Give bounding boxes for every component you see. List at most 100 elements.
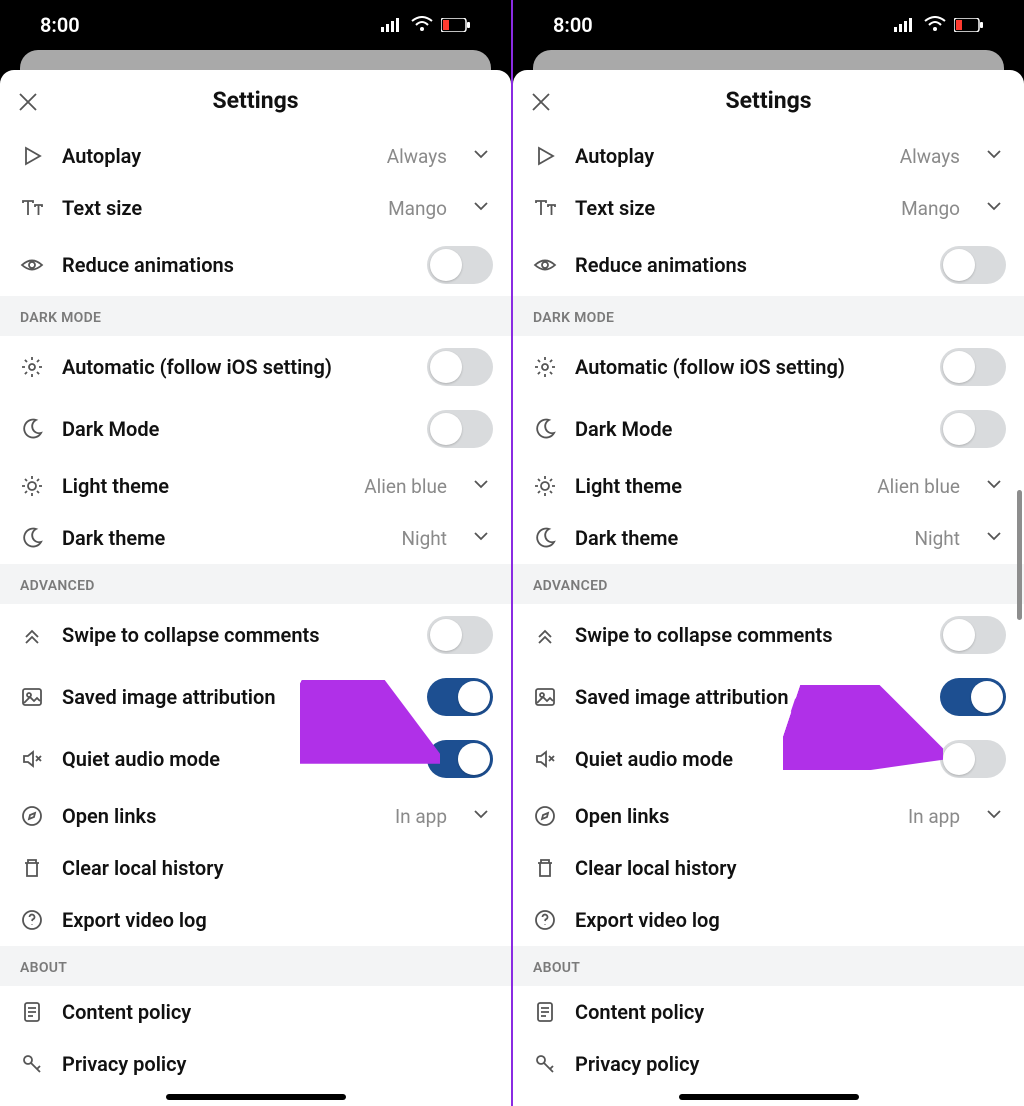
row-label: Light theme (62, 474, 348, 498)
collapse-icon (531, 621, 559, 649)
row-dark-theme[interactable]: Dark theme Night (513, 512, 1024, 564)
eye-icon (18, 251, 46, 279)
row-label: Autoplay (575, 144, 884, 168)
status-time: 8:00 (553, 13, 593, 37)
status-bar: 8:00 (513, 0, 1024, 50)
wifi-icon (924, 13, 946, 37)
row-value: Night (914, 527, 960, 550)
help-icon (18, 906, 46, 934)
row-auto-dark[interactable]: Automatic (follow iOS setting) (513, 336, 1024, 398)
battery-icon (441, 13, 471, 37)
collapse-icon (18, 621, 46, 649)
row-label: Content policy (575, 1000, 1006, 1024)
home-indicator[interactable] (679, 1094, 859, 1100)
row-label: Quiet audio mode (575, 747, 924, 771)
row-reduce-animations[interactable]: Reduce animations (0, 234, 511, 296)
toggle-saved-image-attr[interactable] (940, 678, 1006, 716)
status-time: 8:00 (40, 13, 80, 37)
toggle-reduce-animations[interactable] (940, 246, 1006, 284)
toggle-quiet-audio[interactable] (427, 740, 493, 778)
section-about: ABOUT (0, 946, 511, 986)
section-advanced: ADVANCED (513, 564, 1024, 604)
row-clear-history[interactable]: Clear local history (0, 842, 511, 894)
row-label: Quiet audio mode (62, 747, 411, 771)
row-dark-mode[interactable]: Dark Mode (513, 398, 1024, 460)
row-label: Reduce animations (575, 253, 924, 277)
doc-icon (531, 998, 559, 1026)
row-content-policy[interactable]: Content policy (0, 986, 511, 1038)
toggle-saved-image-attr[interactable] (427, 678, 493, 716)
row-label: Saved image attribution (575, 685, 924, 709)
chevron-down-icon (469, 194, 493, 222)
row-dark-mode[interactable]: Dark Mode (0, 398, 511, 460)
row-privacy-policy[interactable]: Privacy policy (0, 1038, 511, 1090)
chevron-down-icon (469, 524, 493, 552)
row-open-links[interactable]: Open links In app (0, 790, 511, 842)
toggle-dark-mode[interactable] (427, 410, 493, 448)
chevron-down-icon (982, 142, 1006, 170)
row-text-size[interactable]: Text size Mango (513, 182, 1024, 234)
row-label: Text size (575, 196, 885, 220)
row-label: Swipe to collapse comments (575, 623, 924, 647)
toggle-swipe-collapse[interactable] (940, 616, 1006, 654)
moon-icon (531, 524, 559, 552)
row-quiet-audio[interactable]: Quiet audio mode (0, 728, 511, 790)
toggle-auto-dark[interactable] (427, 348, 493, 386)
row-dark-theme[interactable]: Dark theme Night (0, 512, 511, 564)
row-auto-dark[interactable]: Automatic (follow iOS setting) (0, 336, 511, 398)
phone-left: 8:00 Settings (0, 0, 511, 1106)
row-autoplay[interactable]: Autoplay Always (513, 130, 1024, 182)
row-label: Automatic (follow iOS setting) (62, 355, 411, 379)
row-light-theme[interactable]: Light theme Alien blue (513, 460, 1024, 512)
row-export-video-log[interactable]: Export video log (513, 894, 1024, 946)
row-value: Mango (388, 197, 447, 220)
row-saved-image-attr[interactable]: Saved image attribution (513, 666, 1024, 728)
row-text-size[interactable]: Text size Mango (0, 182, 511, 234)
mute-icon (531, 745, 559, 773)
section-advanced: ADVANCED (0, 564, 511, 604)
status-icons (381, 13, 471, 37)
close-button[interactable] (14, 88, 42, 116)
compass-icon (531, 802, 559, 830)
row-label: Privacy policy (62, 1052, 493, 1076)
row-open-links[interactable]: Open links In app (513, 790, 1024, 842)
row-export-video-log[interactable]: Export video log (0, 894, 511, 946)
row-label: Open links (575, 804, 892, 828)
section-dark-mode: DARK MODE (0, 296, 511, 336)
row-reduce-animations[interactable]: Reduce animations (513, 234, 1024, 296)
moon-icon (18, 415, 46, 443)
eye-icon (531, 251, 559, 279)
row-content-policy[interactable]: Content policy (513, 986, 1024, 1038)
row-autoplay[interactable]: Autoplay Always (0, 130, 511, 182)
row-label: Dark theme (62, 526, 385, 550)
row-swipe-collapse[interactable]: Swipe to collapse comments (0, 604, 511, 666)
row-value: Mango (901, 197, 960, 220)
scrollbar[interactable] (1017, 490, 1022, 620)
page-title: Settings (212, 87, 298, 114)
toggle-auto-dark[interactable] (940, 348, 1006, 386)
home-indicator[interactable] (166, 1094, 346, 1100)
row-label: Light theme (575, 474, 861, 498)
toggle-reduce-animations[interactable] (427, 246, 493, 284)
toggle-quiet-audio[interactable] (940, 740, 1006, 778)
row-label: Text size (62, 196, 372, 220)
row-quiet-audio[interactable]: Quiet audio mode (513, 728, 1024, 790)
row-label: Export video log (62, 908, 493, 932)
row-label: Autoplay (62, 144, 371, 168)
row-value: Night (401, 527, 447, 550)
row-label: Open links (62, 804, 379, 828)
row-label: Reduce animations (62, 253, 411, 277)
settings-sheet: Settings Autoplay Always Text size Mango… (0, 70, 511, 1106)
row-label: Swipe to collapse comments (62, 623, 411, 647)
row-swipe-collapse[interactable]: Swipe to collapse comments (513, 604, 1024, 666)
toggle-swipe-collapse[interactable] (427, 616, 493, 654)
row-privacy-policy[interactable]: Privacy policy (513, 1038, 1024, 1090)
close-button[interactable] (527, 88, 555, 116)
row-light-theme[interactable]: Light theme Alien blue (0, 460, 511, 512)
cellular-icon (894, 13, 916, 37)
row-clear-history[interactable]: Clear local history (513, 842, 1024, 894)
row-saved-image-attr[interactable]: Saved image attribution (0, 666, 511, 728)
toggle-dark-mode[interactable] (940, 410, 1006, 448)
row-value: Always (900, 145, 960, 168)
battery-icon (954, 13, 984, 37)
